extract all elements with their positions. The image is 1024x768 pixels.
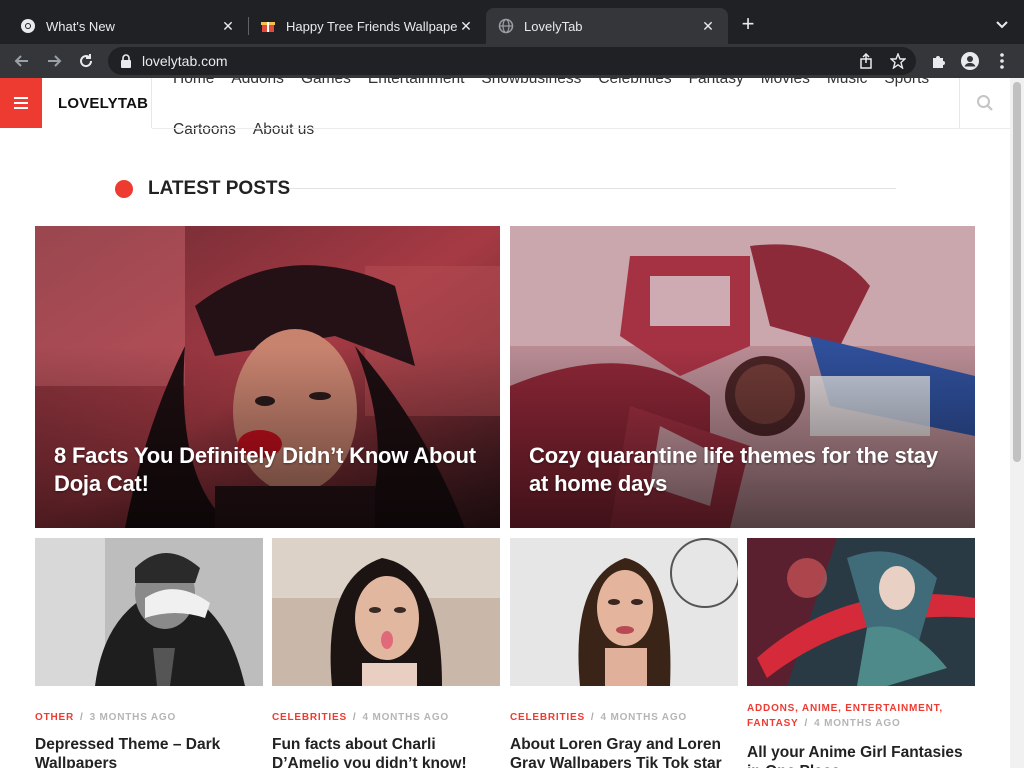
nav-home[interactable]: Home <box>173 78 214 87</box>
post-title[interactable]: About Loren Gray and Loren Gray Wallpape… <box>510 735 738 768</box>
section-heading: LATEST POSTS <box>115 177 290 201</box>
search-icon <box>977 95 993 111</box>
close-icon[interactable]: ✕ <box>700 18 716 34</box>
page-scrollbar[interactable] <box>1010 78 1024 768</box>
nav-music[interactable]: Music <box>827 78 867 87</box>
tab-happy-tree-friends[interactable]: Happy Tree Friends Wallpapers ✕ <box>248 8 486 44</box>
post-date: 3 MONTHS AGO <box>89 712 177 723</box>
meta-separator: / <box>352 712 357 723</box>
profile-avatar-icon[interactable] <box>958 49 982 73</box>
post-card[interactable]: OTHER / 3 MONTHS AGO Depressed Theme – Dar… <box>35 538 263 768</box>
nav-about-us[interactable]: About us <box>253 121 314 138</box>
close-icon[interactable]: ✕ <box>220 18 236 34</box>
tab-lovelytab[interactable]: LovelyTab ✕ <box>486 8 728 44</box>
post-meta: ADDONS, ANIME, ENTERTAINMENT, FANTASY/4 … <box>747 701 975 731</box>
post-title[interactable]: Depressed Theme – Dark Wallpapers <box>35 735 263 768</box>
browser-tab-bar: What's New ✕ Happy Tree Friends Wallpape… <box>0 0 1024 44</box>
forward-arrow-icon[interactable] <box>42 49 66 73</box>
tab-whats-new[interactable]: What's New ✕ <box>8 8 248 44</box>
scrollbar-thumb[interactable] <box>1013 82 1021 462</box>
lock-icon <box>120 54 132 68</box>
featured-post-title[interactable]: 8 Facts You Definitely Didn’t Know About… <box>54 442 484 498</box>
search-button[interactable] <box>959 78 1010 128</box>
website-viewport: LOVELYTAB Home Addons Games Entertainment Sh… <box>0 78 1010 768</box>
post-card[interactable]: ADDONS, ANIME, ENTERTAINMENT, FANTASY/4 … <box>747 538 975 768</box>
extensions-puzzle-icon[interactable] <box>926 49 950 73</box>
share-icon[interactable] <box>856 51 876 71</box>
post-date: 4 MONTHS AGO <box>362 712 449 723</box>
post-card[interactable]: CELEBRITIES / 4 MONTHS AGO Fun facts about… <box>272 538 500 768</box>
back-arrow-icon[interactable] <box>10 49 34 73</box>
featured-post-card[interactable]: Cozy quarantine life themes for the stay… <box>510 226 975 528</box>
chrome-icon <box>20 18 36 34</box>
bookmark-star-icon[interactable] <box>888 51 908 71</box>
browser-toolbar: lovelytab.com <box>0 44 1024 78</box>
tab-title: What's New <box>46 18 115 34</box>
meta-separator: / <box>590 712 595 723</box>
post-meta: OTHER / 3 MONTHS AGO <box>35 710 263 725</box>
nav-games[interactable]: Games <box>301 78 351 87</box>
new-tab-button[interactable]: + <box>736 13 760 37</box>
featured-post-title[interactable]: Cozy quarantine life themes for the stay… <box>529 442 959 498</box>
close-icon[interactable]: ✕ <box>458 18 474 34</box>
post-thumbnail[interactable] <box>747 538 975 686</box>
nav-cartoons[interactable]: Cartoons <box>173 121 236 138</box>
nav-celebrities[interactable]: Celebrities <box>598 78 671 87</box>
nav-showbusiness[interactable]: Showbusiness <box>481 78 581 87</box>
post-meta: CELEBRITIES / 4 MONTHS AGO <box>510 710 738 725</box>
nav-fantasy[interactable]: Fantasy <box>689 78 744 87</box>
post-card[interactable]: CELEBRITIES / 4 MONTHS AGO About Loren Gra… <box>510 538 738 768</box>
reload-icon[interactable] <box>74 49 98 73</box>
meta-separator: / <box>80 712 84 723</box>
post-thumbnail[interactable] <box>510 538 738 686</box>
post-title[interactable]: All your Anime Girl Fantasies in One Pla… <box>747 743 975 768</box>
meta-separator: / <box>804 718 809 729</box>
nav-movies[interactable]: Movies <box>761 78 810 87</box>
globe-icon <box>498 18 514 34</box>
post-category[interactable]: CELEBRITIES <box>272 712 347 723</box>
url-text: lovelytab.com <box>142 53 228 69</box>
kebab-menu-icon[interactable] <box>990 49 1014 73</box>
post-date: 4 MONTHS AGO <box>600 712 687 723</box>
post-meta: CELEBRITIES / 4 MONTHS AGO <box>272 710 500 725</box>
menu-icon <box>14 97 28 109</box>
featured-post-card[interactable]: 8 Facts You Definitely Didn’t Know About… <box>35 226 500 528</box>
post-category[interactable]: CELEBRITIES <box>510 712 585 723</box>
tab-title: Happy Tree Friends Wallpapers <box>286 18 458 34</box>
section-dot-icon <box>115 180 133 198</box>
tab-search-chevron-icon[interactable] <box>992 14 1012 34</box>
post-category[interactable]: OTHER <box>35 712 74 723</box>
header-divider <box>152 128 1010 129</box>
gift-icon <box>260 18 276 34</box>
post-date: 4 MONTHS AGO <box>814 718 901 729</box>
hamburger-menu-button[interactable] <box>0 78 42 128</box>
section-title: LATEST POSTS <box>148 178 291 199</box>
nav-entertainment[interactable]: Entertainment <box>368 78 465 87</box>
address-bar[interactable]: lovelytab.com <box>108 47 916 75</box>
nav-addons[interactable]: Addons <box>231 78 284 87</box>
site-logo[interactable]: LOVELYTAB <box>42 78 152 128</box>
post-thumbnail[interactable] <box>272 538 500 686</box>
post-thumbnail[interactable] <box>35 538 263 686</box>
tab-title: LovelyTab <box>524 18 583 34</box>
nav-sports[interactable]: Sports <box>884 78 929 87</box>
post-title[interactable]: Fun facts about Charli D’Amelio you didn… <box>272 735 500 768</box>
section-divider <box>290 188 896 189</box>
